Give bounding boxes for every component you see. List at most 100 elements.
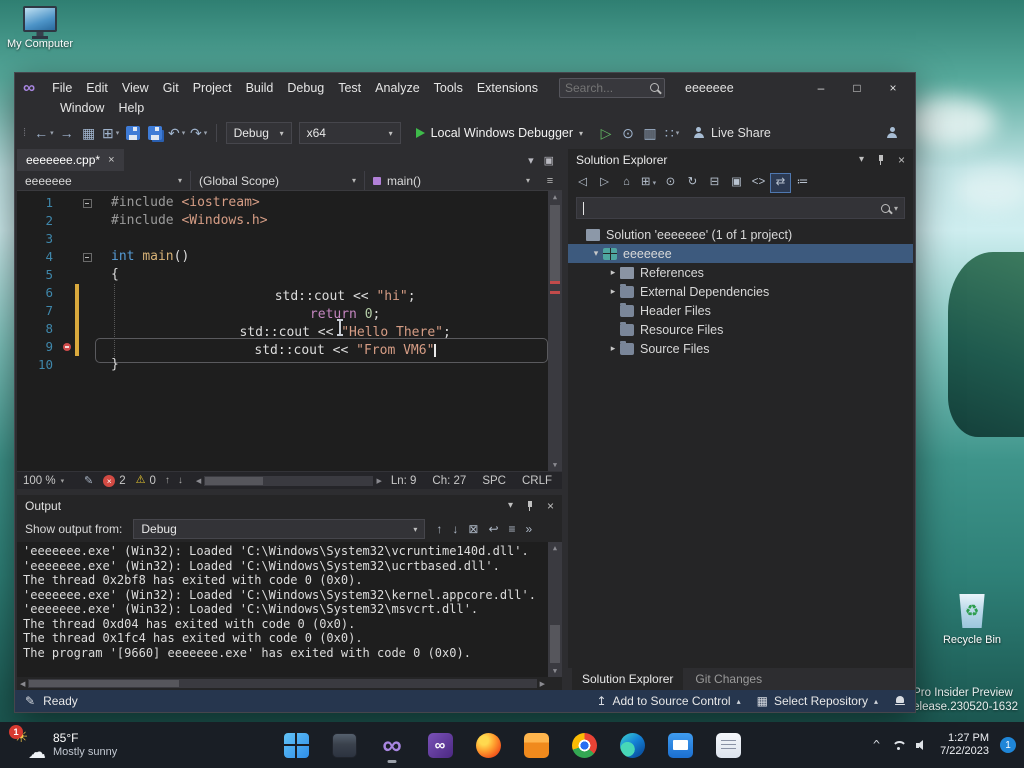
overflow-icon[interactable]: » bbox=[526, 522, 533, 536]
minimize-button[interactable]: – bbox=[803, 77, 839, 99]
error-count-button[interactable]: 2 bbox=[103, 474, 126, 487]
code-line[interactable]: 10 } bbox=[17, 356, 548, 374]
spaces-indicator[interactable]: SPC bbox=[482, 475, 506, 487]
code-line[interactable]: 9 std::cout << "From VM6" bbox=[17, 338, 548, 363]
line-number[interactable]: 10 bbox=[17, 356, 61, 374]
pending-changes-icon[interactable]: ⊙ bbox=[660, 173, 681, 193]
tab-git-changes[interactable]: Git Changes bbox=[685, 668, 772, 690]
menu-item[interactable]: Project bbox=[186, 79, 239, 97]
split-window-icon[interactable]: ▣ bbox=[544, 154, 554, 167]
menu-item[interactable]: View bbox=[115, 79, 156, 97]
profiler-icon[interactable]: ⊙ bbox=[617, 121, 639, 145]
scrollbar-thumb[interactable] bbox=[205, 476, 264, 485]
editor-horizontal-scrollbar[interactable]: ◀ ▶ bbox=[193, 472, 385, 489]
scroll-right-icon[interactable]: ▶ bbox=[537, 680, 548, 688]
menu-item[interactable]: Analyze bbox=[368, 79, 426, 97]
scroll-right-icon[interactable]: ▶ bbox=[373, 477, 384, 485]
scroll-left-icon[interactable]: ◀ bbox=[193, 477, 204, 485]
toolbar-drag-handle[interactable]: ⁞ bbox=[23, 127, 26, 139]
code-line-text[interactable]: } bbox=[95, 356, 548, 374]
fold-margin[interactable] bbox=[79, 212, 95, 230]
menu-item[interactable]: Debug bbox=[280, 79, 331, 97]
visual-studio-installer[interactable] bbox=[420, 725, 460, 765]
pin-icon[interactable] bbox=[876, 154, 886, 166]
code-line[interactable]: 6 std::cout << "hi"; bbox=[17, 284, 548, 309]
background-tasks-icon[interactable]: ✎ bbox=[25, 694, 35, 708]
home-icon[interactable]: ⌂ bbox=[616, 173, 637, 193]
navigate-backward-icon[interactable]: ← ▾ bbox=[32, 121, 56, 145]
fold-margin[interactable] bbox=[79, 302, 95, 320]
save-all-icon[interactable] bbox=[144, 121, 166, 145]
code-line-text[interactable]: int main() bbox=[95, 248, 548, 266]
solution-explorer-header[interactable]: Solution Explorer ▾ × bbox=[568, 149, 913, 170]
search-box[interactable] bbox=[559, 77, 665, 98]
navbar-options-icon[interactable]: ≡ bbox=[538, 171, 562, 190]
notepad[interactable] bbox=[708, 725, 748, 765]
tree-expander-icon[interactable]: ▸ bbox=[606, 286, 620, 297]
code-line[interactable]: 1 #include <iostream> bbox=[17, 194, 548, 212]
output-source-dropdown[interactable]: Debug ▾ bbox=[133, 519, 426, 539]
fold-collapse-icon[interactable] bbox=[82, 198, 92, 208]
fold-margin[interactable] bbox=[79, 284, 95, 302]
notification-count-badge[interactable]: 1 bbox=[1000, 737, 1016, 753]
scrollbar-track[interactable] bbox=[28, 679, 537, 688]
line-number[interactable]: 6 bbox=[17, 284, 61, 302]
code-line[interactable]: 7 return 0; bbox=[17, 302, 548, 327]
line-number[interactable]: 3 bbox=[17, 230, 61, 248]
solution-explorer-search-input[interactable] bbox=[588, 201, 877, 215]
menu-item[interactable]: Build bbox=[239, 79, 281, 97]
tree-item[interactable]: ▾ eeeeeee bbox=[568, 244, 913, 263]
files-app[interactable] bbox=[516, 725, 556, 765]
code-line-text[interactable]: { bbox=[95, 266, 548, 284]
line-number[interactable]: 5 bbox=[17, 266, 61, 284]
menu-item[interactable]: Window bbox=[53, 99, 111, 117]
solution-explorer-search-box[interactable]: ▾ bbox=[576, 197, 905, 219]
scrollbar-thumb[interactable] bbox=[550, 205, 560, 283]
code-line[interactable]: 2 #include <Windows.h> bbox=[17, 212, 548, 230]
project-dropdown[interactable]: eeeeeee ▾ bbox=[17, 171, 191, 190]
network-icon[interactable] bbox=[891, 740, 908, 751]
code-line[interactable]: 5 { bbox=[17, 266, 548, 284]
line-number[interactable]: 8 bbox=[17, 320, 61, 338]
tree-item[interactable]: Resource Files bbox=[568, 320, 913, 339]
show-all-files-icon[interactable]: ▣ bbox=[726, 173, 747, 193]
clear-all-icon[interactable]: ⊠ bbox=[468, 522, 478, 536]
file-explorer[interactable] bbox=[324, 725, 364, 765]
navigate-forward-icon[interactable]: → bbox=[56, 121, 78, 145]
close-icon[interactable]: × bbox=[547, 499, 554, 513]
solution-configuration-dropdown[interactable]: Debug ▾ bbox=[225, 122, 292, 144]
code-line-text[interactable]: #include <iostream> bbox=[95, 194, 548, 212]
line-indicator[interactable]: Ln: 9 bbox=[391, 475, 417, 487]
tree-item[interactable]: ▸ References bbox=[568, 263, 913, 282]
redo-icon[interactable]: ↷ ▾ bbox=[188, 121, 210, 145]
autoscroll-icon[interactable]: ≡ bbox=[509, 522, 516, 536]
pin-icon[interactable] bbox=[525, 500, 535, 512]
firefox[interactable] bbox=[468, 725, 508, 765]
menu-item[interactable]: Edit bbox=[79, 79, 115, 97]
my-computer-desktop-icon[interactable]: My Computer bbox=[2, 6, 78, 50]
glyph-margin[interactable] bbox=[61, 302, 75, 320]
tab-solution-explorer[interactable]: Solution Explorer bbox=[572, 668, 684, 690]
scrollbar-thumb[interactable] bbox=[550, 625, 560, 663]
output-horizontal-scrollbar[interactable]: ◀ ▶ bbox=[17, 677, 562, 690]
glyph-margin[interactable] bbox=[61, 266, 75, 284]
menu-item[interactable]: Git bbox=[156, 79, 186, 97]
zoom-dropdown[interactable]: 100 % ▾ bbox=[23, 475, 79, 487]
line-ending-indicator[interactable]: CRLF bbox=[522, 475, 552, 487]
attach-icon[interactable]: ▥ bbox=[639, 121, 661, 145]
add-to-source-control-button[interactable]: ↥ Add to Source Control ▴ bbox=[596, 694, 740, 708]
active-files-icon[interactable]: ▾ bbox=[528, 154, 534, 167]
code-line[interactable]: 4 int main() bbox=[17, 248, 548, 266]
tree-expander-icon[interactable]: ▸ bbox=[606, 267, 620, 278]
weather-widget[interactable]: ☀ ☁ 1 85°F Mostly sunny bbox=[4, 722, 127, 768]
glyph-margin[interactable] bbox=[61, 338, 75, 356]
maximize-button[interactable]: □ bbox=[839, 77, 875, 99]
glyph-margin[interactable] bbox=[61, 248, 75, 266]
member-dropdown[interactable]: main() ▾ bbox=[365, 171, 538, 190]
back-icon[interactable]: ◁ bbox=[572, 173, 593, 193]
glyph-margin[interactable] bbox=[61, 356, 75, 374]
code-line-text[interactable] bbox=[95, 230, 548, 248]
fold-margin[interactable] bbox=[79, 338, 95, 356]
fold-margin[interactable] bbox=[79, 194, 95, 212]
word-wrap-icon[interactable]: ↩ bbox=[488, 522, 498, 536]
